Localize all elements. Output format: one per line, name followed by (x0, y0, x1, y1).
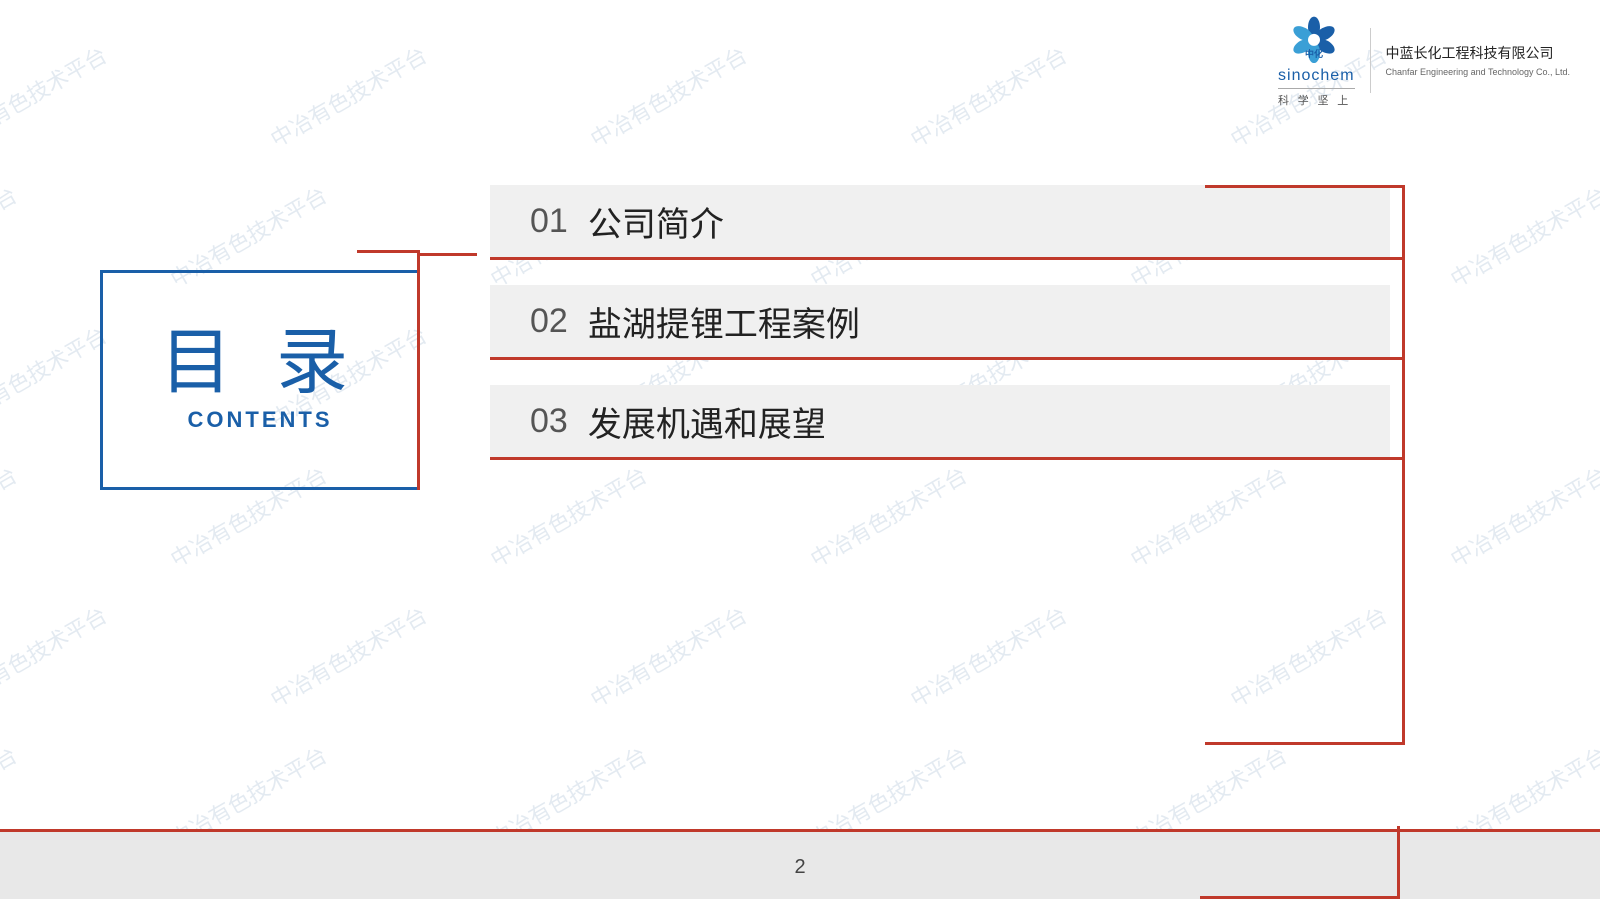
menu-text-2: 盐湖提锂工程案例 (588, 297, 860, 346)
main-content: 目 录 CONTENTS 01 公司简介 02 盐湖提锂工程案例 03 发展机遇… (0, 0, 1600, 899)
menu-number-3: 03 (530, 402, 568, 441)
logo-divider-line (1278, 88, 1354, 89)
red-frame-top-h (1205, 185, 1405, 188)
menu-item-1[interactable]: 01 公司简介 (490, 185, 1390, 257)
logo-vertical-divider (1370, 28, 1371, 93)
company-name-cn: 中蓝长化工程科技有限公司 (1386, 43, 1554, 63)
red-bracket-vertical (417, 250, 420, 490)
menu-item-2[interactable]: 02 盐湖提锂工程案例 (490, 285, 1390, 357)
red-bracket-h-top (357, 250, 417, 253)
header: 中化 sinochem 科 学 坚 上 中蓝长化工程科技有限公司 Chanfar… (1260, 0, 1600, 120)
title-box: 目 录 CONTENTS (100, 270, 420, 490)
red-frame-bottom-h (1205, 742, 1405, 745)
menu-item-1-border-bottom (490, 257, 1405, 260)
menu-item-3[interactable]: 03 发展机遇和展望 (490, 385, 1390, 457)
menu-text-1: 公司简介 (588, 197, 724, 246)
svg-text:中化: 中化 (1305, 48, 1323, 59)
menu-item-3-border-bottom (490, 457, 1405, 460)
company-info: 中蓝长化工程科技有限公司 Chanfar Engineering and Tec… (1386, 43, 1570, 77)
company-name-en: Chanfar Engineering and Technology Co., … (1386, 67, 1570, 77)
logo-area: 中化 sinochem 科 学 坚 上 (1274, 13, 1354, 108)
sinochem-logo-icon: 中化 (1284, 13, 1344, 63)
red-frame-right-v (1402, 185, 1405, 745)
logo-sinochem-en: sinochem (1278, 67, 1354, 85)
menu-container: 01 公司简介 02 盐湖提锂工程案例 03 发展机遇和展望 (490, 185, 1390, 485)
menu-text-3: 发展机遇和展望 (588, 397, 826, 446)
menu-number-2: 02 (530, 302, 568, 341)
title-english: CONTENTS (188, 407, 333, 433)
title-chinese: 目 录 (160, 327, 360, 399)
menu-number-1: 01 (530, 202, 568, 241)
page-number: 2 (794, 856, 805, 879)
menu-item-2-border-bottom (490, 357, 1405, 360)
logo-tagline: 科 学 坚 上 (1278, 92, 1351, 108)
